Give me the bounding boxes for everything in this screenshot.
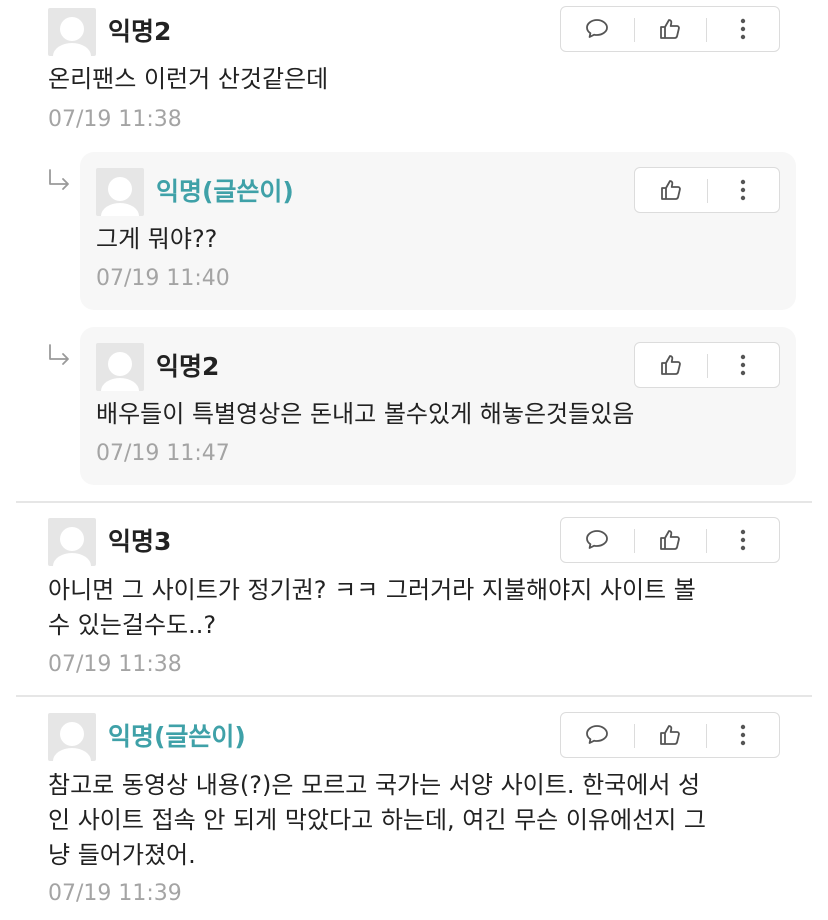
vertical-dots-icon [740,353,746,377]
reply-actions [634,342,780,388]
reply-button[interactable] [561,713,634,757]
comment-author: 익명2 [108,17,172,46]
speech-bubble-icon [585,529,609,551]
comment-author: 익명3 [108,527,172,556]
comment-item: 익명2 온리팬스 이런거 산것같은데 07/19 11:38 [0,0,828,150]
more-button[interactable] [706,7,779,51]
comment-item: 익명3 아니면 그 사이트가 정기권? ㅋㅋ 그러거라 지불해야지 사이트 볼 … [0,510,828,690]
reply-text: 배우들이 특별영상은 돈내고 볼수있게 해놓은것들있음 [96,400,635,428]
comment-text: 참고로 동영상 내용(?)은 모르고 국가는 서양 사이트. 한국에서 성 인 … [48,771,706,869]
avatar [96,168,144,216]
avatar [48,8,96,56]
reply-button[interactable] [561,7,634,51]
reply-actions [634,167,780,213]
comment-item: 익명(글쓴이) 참고로 동영상 내용(?)은 모르고 국가는 서양 사이트. 한… [0,705,828,920]
thumbs-up-icon [658,17,682,41]
comment-author: 익명(글쓴이) [108,722,246,751]
reply-author: 익명(글쓴이) [156,177,294,206]
like-button[interactable] [635,343,707,387]
comment-actions [560,6,780,52]
like-button[interactable] [633,7,707,51]
like-button[interactable] [633,713,707,757]
more-button[interactable] [707,343,779,387]
reply-text: 그게 뭐야?? [96,225,218,253]
comment-timestamp: 07/19 11:39 [48,881,182,906]
like-button[interactable] [635,168,707,212]
vertical-dots-icon [740,723,746,747]
speech-bubble-icon [585,18,609,40]
more-button[interactable] [707,168,779,212]
avatar [96,343,144,391]
vertical-dots-icon [740,178,746,202]
thumbs-up-icon [659,178,683,202]
comment-actions [560,712,780,758]
speech-bubble-icon [585,724,609,746]
more-button[interactable] [706,713,779,757]
reply-timestamp: 07/19 11:47 [96,441,230,466]
comment-timestamp: 07/19 11:38 [48,107,182,132]
comment-text: 온리팬스 이런거 산것같은데 [48,65,329,93]
thumbs-up-icon [658,528,682,552]
comment-actions [560,517,780,563]
more-button[interactable] [706,518,779,562]
reply-arrow-icon [46,343,72,369]
divider [16,501,812,503]
reply-item: 익명2 배우들이 특별영상은 돈내고 볼수있게 해놓은것들있음 07/19 11… [80,327,796,485]
reply-arrow-icon [46,168,72,194]
divider [16,695,812,697]
comment-timestamp: 07/19 11:38 [48,652,182,677]
comment-text: 아니면 그 사이트가 정기권? ㅋㅋ 그러거라 지불해야지 사이트 볼 수 있는… [48,576,696,639]
vertical-dots-icon [740,17,746,41]
vertical-dots-icon [740,528,746,552]
thumbs-up-icon [658,723,682,747]
reply-item: 익명(글쓴이) 그게 뭐야?? 07/19 11:40 [80,152,796,310]
reply-author: 익명2 [156,352,220,381]
like-button[interactable] [633,518,707,562]
avatar [48,518,96,566]
reply-timestamp: 07/19 11:40 [96,266,230,291]
avatar [48,713,96,761]
thumbs-up-icon [659,353,683,377]
reply-button[interactable] [561,518,634,562]
